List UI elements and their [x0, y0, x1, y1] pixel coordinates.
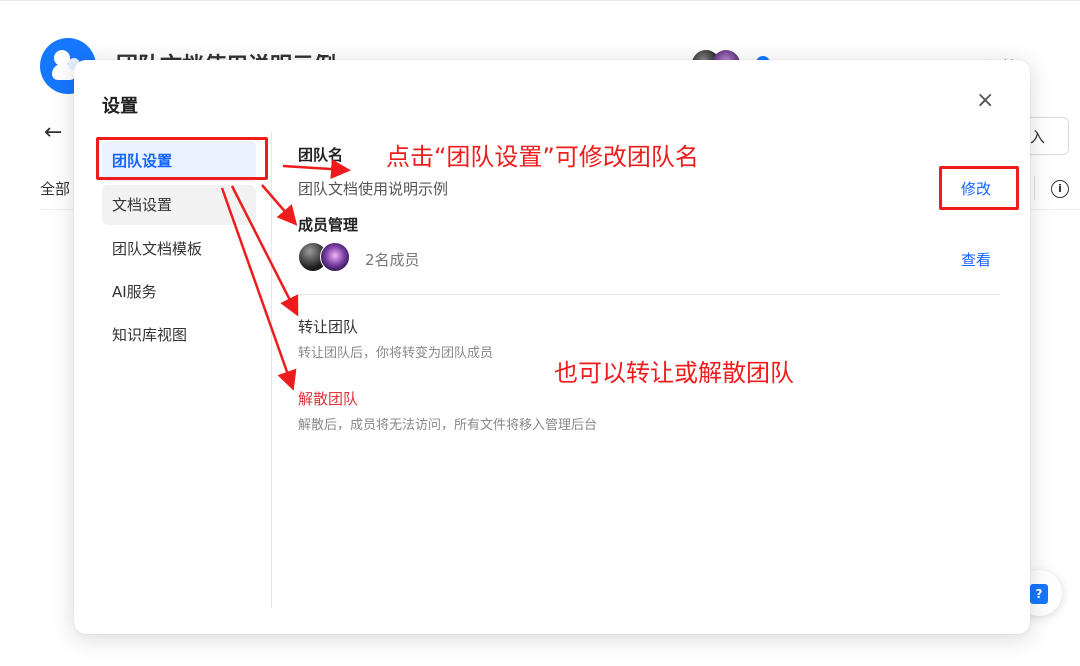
annotation-arrows	[220, 159, 351, 391]
arrow-to-dissolve	[220, 187, 297, 391]
arrow-to-team-name	[282, 159, 351, 180]
arrow-to-transfer	[230, 185, 299, 317]
arrow-to-members	[261, 184, 298, 226]
